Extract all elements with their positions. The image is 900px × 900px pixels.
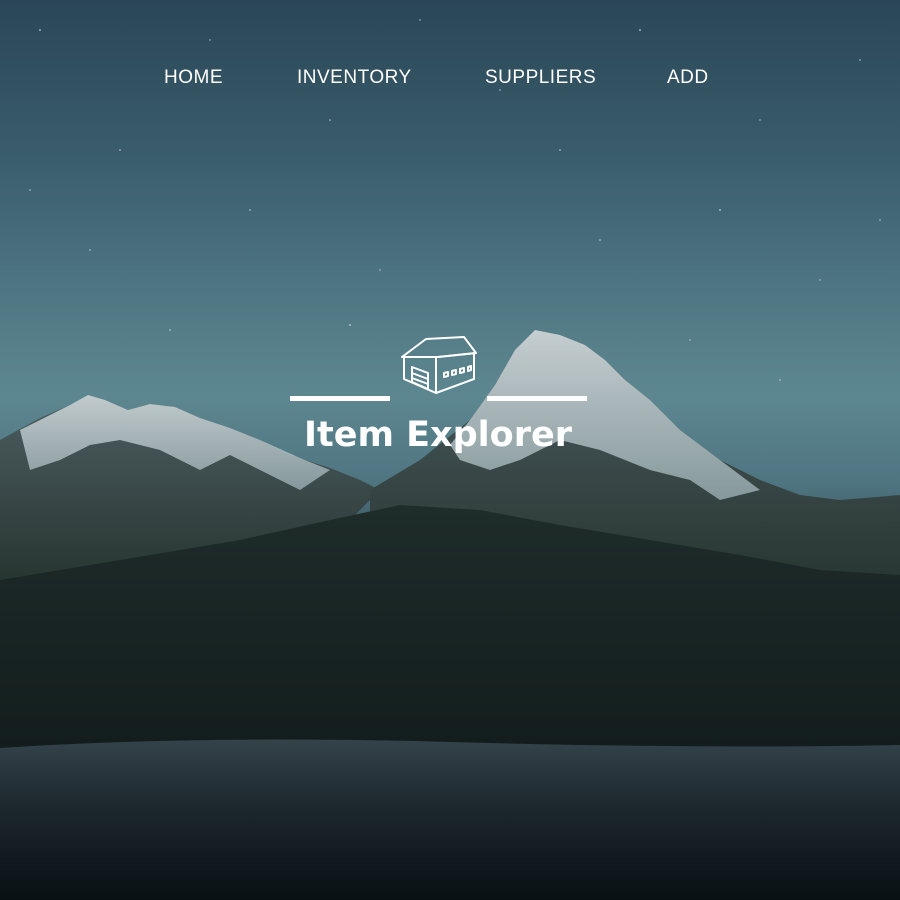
- nav-link-inventory[interactable]: INVENTORY: [297, 64, 412, 92]
- title-divider-left: [290, 396, 390, 401]
- page: HOME INVENTORY SUPPLIERS ADD Item Explor…: [0, 0, 900, 900]
- warehouse-icon: [401, 336, 477, 394]
- page-title: Item Explorer: [304, 415, 572, 455]
- top-navigation: HOME INVENTORY SUPPLIERS ADD: [0, 64, 900, 94]
- nav-link-add[interactable]: ADD: [667, 64, 709, 92]
- title-divider-right: [487, 396, 587, 401]
- nav-link-home[interactable]: HOME: [164, 64, 223, 92]
- nav-link-suppliers[interactable]: SUPPLIERS: [485, 64, 596, 92]
